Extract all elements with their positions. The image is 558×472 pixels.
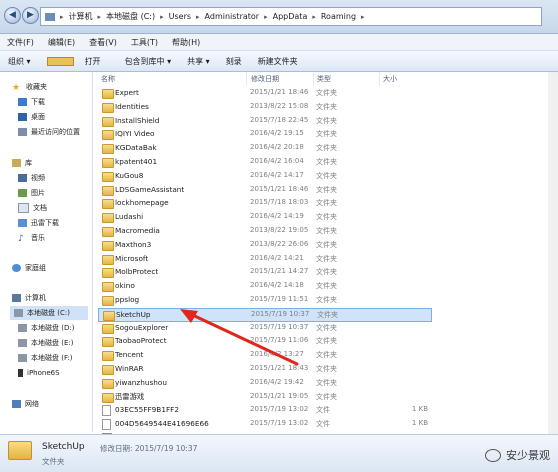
red-arrow-annotation (180, 309, 299, 366)
details-kind: 文件夹 (42, 457, 65, 466)
watermark: 安少景观 (485, 447, 550, 463)
details-name: SketchUp (42, 442, 85, 452)
details-pane: SketchUp 修改日期: 2015/7/19 10:37 文件夹 安少景观 (0, 434, 558, 472)
details-folder-icon (8, 441, 32, 460)
watermark-text: 安少景观 (506, 449, 550, 462)
details-info: 修改日期: 2015/7/19 10:37 (100, 444, 198, 453)
wechat-icon (485, 448, 501, 462)
